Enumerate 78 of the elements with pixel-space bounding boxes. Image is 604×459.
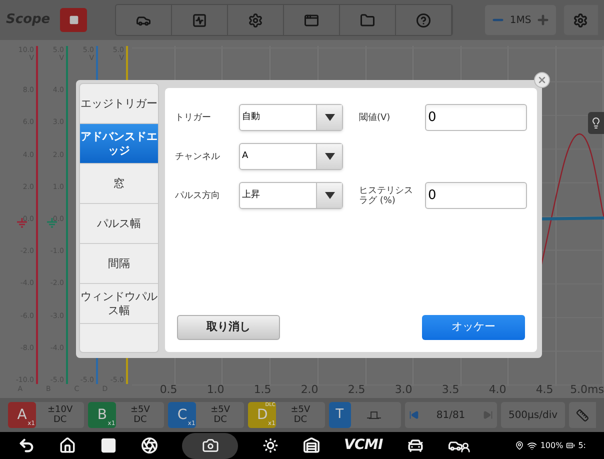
camera-icon [202,437,218,454]
time-scale-value: 1MS [510,14,532,28]
location-icon [515,441,524,450]
channel-letter: B [97,406,107,424]
time-axis-label: 3.0 [394,382,414,398]
frame-counter: 81/81 [436,408,466,422]
channel-coupling: DC [53,415,67,425]
trigger-type-tab[interactable]: ウィンドウパルス幅 [80,284,158,324]
dropdown-value: A [241,150,250,163]
time-axis-label: 1.5 [252,382,272,398]
time-axis-label: 1.0 [206,382,226,398]
camera-button[interactable] [182,432,238,458]
wifi-icon [527,440,538,450]
channel-letter: A [17,406,27,424]
measure-button[interactable] [569,402,596,428]
trigger-type-tab[interactable]: パルス幅 [80,204,158,244]
window-icon [304,12,320,28]
ruler-icon [576,408,590,422]
car-icon[interactable] [406,437,424,454]
field-label: チャンネル [175,152,221,162]
time-axis-label: 0.5 [158,382,178,398]
ok-button[interactable]: オッケー [422,315,525,340]
trigger-type-tab[interactable]: 窓 [80,164,158,204]
time-axis-label: 4.5 [534,382,554,398]
field-label: トリガー [175,112,212,122]
vci-logo[interactable]: VCMI [344,435,383,456]
time-axis-label: 2.0 [300,382,320,398]
time-axis-label: 2.5 [346,382,366,398]
dropdown-value: 自動 [241,110,261,124]
field-label: パルス方向 [175,190,221,200]
dropdown-arrow-icon [324,192,334,199]
settings-button[interactable] [564,5,598,35]
channel-letter: C [177,406,188,424]
field-label: 閾値(V) [359,112,392,122]
channel-coupling: DC [134,415,147,425]
channel-range: ±5V [290,405,310,415]
battery-icon [566,441,576,450]
browser-icon[interactable] [141,437,158,454]
dropdown-value: 上昇 [241,188,261,202]
dropdown-field[interactable]: 自動 [239,104,343,131]
trigger-type-tab[interactable]: 間隔 [80,244,158,284]
channel-range: ±5V [130,405,150,415]
dropdown-arrow-icon [324,153,334,160]
pulse-icon [366,411,381,419]
cancel-button[interactable]: 取り消し [177,315,280,340]
trigger-type-tab[interactable]: アドバンスドエッジ [80,124,158,164]
folder-icon [360,12,376,28]
back-icon[interactable] [18,437,35,454]
time-axis-label: 4.0 [488,382,508,398]
lightbulb-icon [590,117,602,129]
channel-letter: D [257,406,268,424]
clock: 5: [578,440,586,452]
trigger-letter: T [328,402,351,428]
light-toggle[interactable] [588,112,604,134]
recent-apps-icon[interactable] [100,437,117,454]
time-axis-label: 5.0ms [570,382,604,398]
stop-icon [68,15,79,25]
channel-range: ±5V [210,405,230,415]
settings-icon [573,12,588,28]
dropdown-field[interactable]: 上昇 [239,182,343,209]
battery-percent: 100% [540,440,564,452]
dropdown-arrow-icon [324,114,334,121]
brightness-icon[interactable] [262,437,279,454]
channel-range: ±10V [47,405,73,415]
channel-coupling: DC [214,415,227,425]
waveform-file-icon [192,12,208,28]
time-axis-label: 3.5 [440,382,460,398]
field-label: ヒステリシスラグ (%) [359,186,414,206]
home-icon[interactable] [59,437,76,454]
close-icon [537,75,547,85]
dropdown-field[interactable]: A [239,143,343,170]
trigger-control[interactable]: T [328,402,401,428]
settings-icon [248,12,264,28]
input-field[interactable]: 0 [425,182,527,209]
stop-button[interactable] [60,8,88,32]
channel-coupling: DC [294,415,308,425]
input-field[interactable]: 0 [425,104,527,131]
help-icon [416,12,432,28]
